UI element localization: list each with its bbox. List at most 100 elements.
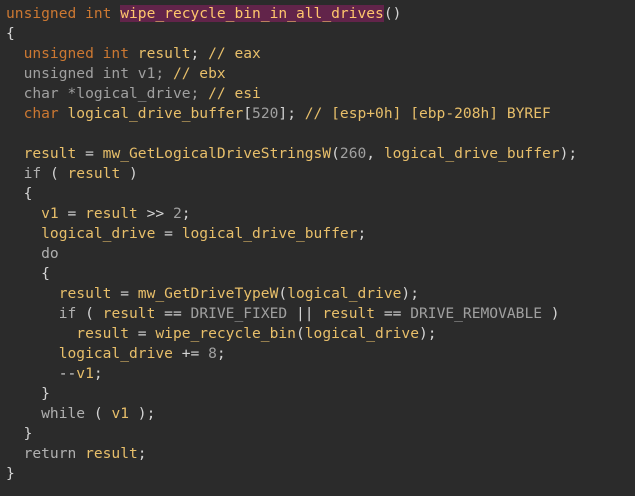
code-token: v1 xyxy=(76,365,94,382)
code-token: result xyxy=(137,45,191,62)
code-token: ]; xyxy=(278,105,305,122)
code-token: { xyxy=(6,265,50,282)
code-token: *logical_drive xyxy=(67,85,191,102)
code-token: do xyxy=(6,245,59,262)
code-token: logical_drive xyxy=(287,285,402,302)
code-token: ); xyxy=(419,325,437,342)
code-token: = xyxy=(58,205,86,222)
code-line[interactable]: return result; xyxy=(6,444,635,464)
code-token: [ xyxy=(243,105,253,122)
code-token: // [esp+0h] [ebp-208h] BYREF xyxy=(304,105,551,122)
code-token: while xyxy=(6,405,86,422)
code-token: } xyxy=(6,425,33,442)
code-token: -- xyxy=(6,365,77,382)
code-line[interactable]: while ( v1 ); xyxy=(6,404,635,424)
code-token: unsigned int xyxy=(6,65,138,82)
code-token: result xyxy=(6,325,130,342)
code-token: DRIVE_FIXED xyxy=(190,305,288,322)
code-line[interactable]: result = mw_GetLogicalDriveStringsW(260,… xyxy=(6,144,635,164)
code-token: return xyxy=(6,445,86,462)
code-token: , xyxy=(366,145,384,162)
code-line[interactable]: result = wipe_recycle_bin(logical_drive)… xyxy=(6,324,635,344)
code-token: = xyxy=(129,325,156,342)
code-line[interactable]: { xyxy=(6,24,635,44)
code-line[interactable]: { xyxy=(6,264,635,284)
code-token: logical_drive_buffer xyxy=(383,145,560,162)
code-line[interactable]: logical_drive = logical_drive_buffer; xyxy=(6,224,635,244)
code-line[interactable]: unsigned int result; // eax xyxy=(6,44,635,64)
code-token: ( xyxy=(331,145,340,162)
code-token: result xyxy=(85,205,138,222)
code-token: { xyxy=(6,185,33,202)
code-token: // eax xyxy=(208,45,261,62)
code-token: mw_GetDriveTypeW xyxy=(137,285,279,302)
code-token: ); xyxy=(129,405,156,422)
code-line[interactable]: do xyxy=(6,244,635,264)
code-token: () xyxy=(383,5,402,22)
code-token: = xyxy=(111,285,138,302)
code-token: if xyxy=(6,165,42,182)
code-token: ; xyxy=(190,45,209,62)
code-line[interactable]: result = mw_GetDriveTypeW(logical_drive)… xyxy=(6,284,635,304)
code-line[interactable]: logical_drive += 8; xyxy=(6,344,635,364)
code-token: ; xyxy=(93,365,103,382)
code-token: unsigned int xyxy=(6,45,138,62)
code-line[interactable] xyxy=(6,124,635,144)
code-line[interactable]: if ( result ) xyxy=(6,164,635,184)
code-token: logical_drive_buffer xyxy=(181,225,358,242)
code-token: v1 xyxy=(137,65,156,82)
code-token: = xyxy=(155,225,182,242)
code-line[interactable]: --v1; xyxy=(6,364,635,384)
code-token: logical_drive xyxy=(6,225,156,242)
code-token: v1 xyxy=(6,205,59,222)
code-token: v1 xyxy=(111,405,130,422)
code-token: ); xyxy=(401,285,419,302)
code-token: += xyxy=(172,345,209,362)
code-token: ; xyxy=(357,225,367,242)
code-token: char xyxy=(6,85,68,102)
code-token: ; xyxy=(216,345,226,362)
code-token: ; xyxy=(155,65,173,82)
code-token: result xyxy=(102,305,156,322)
code-token: unsigned int xyxy=(6,5,121,22)
code-line[interactable]: v1 = result >> 2; xyxy=(6,204,635,224)
code-token: result xyxy=(322,305,376,322)
code-token: ( xyxy=(41,165,68,182)
code-line[interactable]: } xyxy=(6,464,635,484)
code-line[interactable]: if ( result == DRIVE_FIXED || result == … xyxy=(6,304,635,324)
code-token: } xyxy=(6,385,50,402)
code-token: 8 xyxy=(208,345,217,362)
code-token: wipe_recycle_bin xyxy=(155,325,296,342)
code-line[interactable]: } xyxy=(6,424,635,444)
code-token: char xyxy=(6,105,68,122)
code-token: 520 xyxy=(252,105,279,122)
code-token: logical_drive_buffer xyxy=(67,105,244,122)
code-line[interactable]: } xyxy=(6,384,635,404)
code-line[interactable]: char logical_drive_buffer[520]; // [esp+… xyxy=(6,104,635,124)
code-line[interactable]: unsigned int v1; // ebx xyxy=(6,64,635,84)
code-token: result xyxy=(67,165,121,182)
code-token: == xyxy=(155,305,191,322)
code-token: if xyxy=(6,305,77,322)
code-token: ; xyxy=(137,445,147,462)
pseudocode-view[interactable]: unsigned int wipe_recycle_bin_in_all_dri… xyxy=(0,0,635,496)
code-token: result xyxy=(6,145,77,162)
code-token: 260 xyxy=(339,145,367,162)
code-token: { xyxy=(6,25,15,42)
code-token: 2 xyxy=(172,205,182,222)
code-line[interactable]: char *logical_drive; // esi xyxy=(6,84,635,104)
code-token: || xyxy=(287,305,323,322)
code-token: ) xyxy=(542,305,560,322)
code-token: logical_drive xyxy=(6,345,173,362)
code-token: } xyxy=(6,465,15,482)
code-token: mw_GetLogicalDriveStringsW xyxy=(102,145,332,162)
code-token: ; xyxy=(181,205,191,222)
code-token: result xyxy=(85,445,138,462)
code-token: ( xyxy=(295,325,305,342)
code-token: ); xyxy=(559,145,578,162)
code-line[interactable]: unsigned int wipe_recycle_bin_in_all_dri… xyxy=(6,4,635,24)
code-token: wipe_recycle_bin_in_all_drives xyxy=(120,5,384,22)
code-token: >> xyxy=(137,205,173,222)
code-line[interactable]: { xyxy=(6,184,635,204)
code-token: == xyxy=(375,305,411,322)
